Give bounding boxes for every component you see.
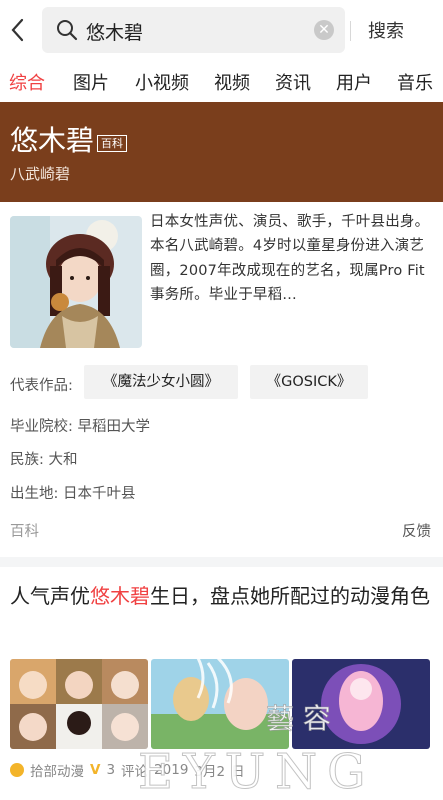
clear-icon[interactable]: ✕ xyxy=(314,20,334,40)
article-comments: 3 xyxy=(106,762,116,778)
source-label: 百科 xyxy=(10,524,39,540)
chevron-left-icon xyxy=(11,18,24,42)
article-date-fragment: 3月2 xyxy=(194,764,226,780)
works-label: 代表作品: xyxy=(10,378,73,394)
tab-news[interactable]: 资讯 xyxy=(275,69,311,95)
article-source[interactable]: 拾部动漫 xyxy=(30,760,84,780)
back-button[interactable] xyxy=(6,14,28,46)
search-button[interactable]: 搜索 xyxy=(356,17,416,43)
divider xyxy=(350,21,351,41)
article-card[interactable]: 人气声优悠木碧生日，盘点她所配过的动漫角色 拾部动漫 V 3 评论 2019 3… xyxy=(0,567,443,800)
tab-video[interactable]: 视频 xyxy=(214,69,250,95)
search-query-text: 悠木碧 xyxy=(86,22,144,44)
tab-music[interactable]: 音乐 xyxy=(397,69,433,95)
info-ethnicity: 民族: 大和 xyxy=(10,452,78,468)
search-icon xyxy=(57,20,78,41)
encyclopedia-card: 日本女性声优、演员、歌手，千叶县出身。本名八武崎碧。4岁时以童星身份进入演艺圈，… xyxy=(0,202,443,557)
tab-short-video[interactable]: 小视频 xyxy=(135,69,189,95)
profile-alias: 八武崎碧 xyxy=(10,165,71,183)
encyclopedia-badge: 百科 xyxy=(97,135,127,152)
profile-photo[interactable] xyxy=(10,216,142,348)
search-input[interactable]: 悠木碧 ✕ xyxy=(42,7,345,53)
profile-name: 悠木碧 xyxy=(10,124,95,157)
tab-users[interactable]: 用户 xyxy=(336,69,372,95)
feedback-link[interactable]: 反馈 xyxy=(402,520,431,541)
work-chip[interactable]: 《魔法少女小圆》 xyxy=(84,365,238,399)
tab-comprehensive[interactable]: 综合 xyxy=(9,69,45,95)
source-avatar-icon xyxy=(10,763,24,777)
article-date: 2019 xyxy=(154,762,189,778)
article-title-prefix: 人气声优 xyxy=(10,584,90,608)
article-comment-label: 评论 xyxy=(121,764,149,780)
search-header: 悠木碧 ✕ 搜索 xyxy=(0,0,443,60)
article-date-tail: 日 xyxy=(231,764,245,780)
article-title-suffix: 生日，盘点她所配过的动漫角色 xyxy=(150,584,430,608)
article-thumbnail[interactable] xyxy=(151,659,289,749)
article-thumbnail[interactable] xyxy=(292,659,430,749)
info-birthplace: 出生地: 日本千叶县 xyxy=(10,486,136,502)
section-gap xyxy=(0,557,443,567)
tab-images[interactable]: 图片 xyxy=(73,69,109,95)
article-meta: 拾部动漫 V 3 评论 2019 3月2 日 xyxy=(10,760,245,780)
profile-intro: 日本女性声优、演员、歌手，千叶县出身。本名八武崎碧。4岁时以童星身份进入演艺圈，… xyxy=(150,214,430,304)
verified-icon: V xyxy=(90,762,101,778)
article-thumbnail[interactable] xyxy=(10,659,148,749)
article-title[interactable]: 人气声优悠木碧生日，盘点她所配过的动漫角色 xyxy=(10,579,430,613)
work-chip[interactable]: 《GOSICK》 xyxy=(250,365,368,399)
profile-hero[interactable]: 悠木碧 百科 八武崎碧 xyxy=(0,102,443,202)
article-title-highlight: 悠木碧 xyxy=(90,584,150,608)
category-tabs: 综合 图片 小视频 视频 资讯 用户 音乐 xyxy=(0,60,443,102)
info-school: 毕业院校: 早稻田大学 xyxy=(10,419,150,435)
